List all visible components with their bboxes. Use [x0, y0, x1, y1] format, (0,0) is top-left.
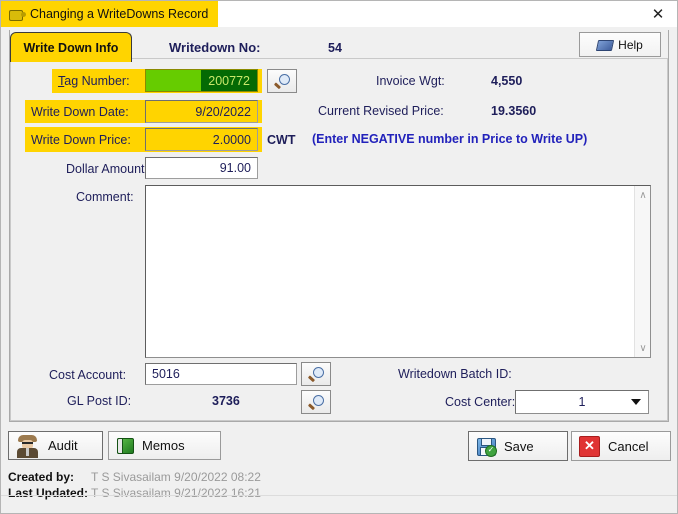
cost-center-select[interactable]: 1: [515, 390, 649, 414]
book-icon: [595, 39, 615, 51]
last-updated-label: Last Updated:: [8, 486, 89, 500]
green-book-icon: [116, 437, 134, 454]
magnifier-icon: [307, 394, 325, 410]
cost-center-value: 1: [578, 395, 586, 409]
detective-icon: [16, 434, 40, 458]
tab-active-joint: [11, 55, 131, 58]
gl-post-id-value: 3736: [212, 394, 240, 408]
gl-post-id-lookup-button[interactable]: [301, 390, 331, 414]
writedown-no-value: 54: [328, 41, 342, 55]
writedown-no-label: Writedown No:: [169, 40, 261, 55]
tag-number-value: 200772: [201, 70, 257, 91]
tag-number-input[interactable]: 200772: [145, 69, 258, 92]
save-button[interactable]: ✓ Save: [468, 431, 568, 461]
window-title: Changing a WriteDowns Record: [30, 7, 209, 21]
write-down-date-input[interactable]: 9/20/2022: [145, 100, 258, 123]
magnifier-icon: [307, 366, 325, 382]
gl-post-id-label: GL Post ID:: [67, 394, 132, 408]
invoice-wgt-label: Invoice Wgt:: [376, 74, 445, 88]
write-down-price-input[interactable]: 2.0000: [145, 128, 258, 151]
floppy-disk-icon: ✓: [476, 437, 497, 457]
save-button-label: Save: [504, 438, 534, 454]
write-down-price-label: Write Down Price:: [31, 133, 131, 147]
comment-textarea[interactable]: ∧ ∨: [145, 185, 651, 358]
tag-number-lookup-button[interactable]: [267, 69, 297, 93]
barrel-icon: [7, 7, 26, 22]
tab-label: Write Down Info: [23, 40, 119, 55]
title-bar: Changing a WriteDowns Record ✕: [1, 1, 677, 27]
memos-button[interactable]: Memos: [108, 431, 221, 460]
write-up-note: (Enter NEGATIVE number in Price to Write…: [312, 132, 588, 146]
last-updated-value: T S Sivasailam 9/21/2022 16:21: [91, 486, 261, 500]
writedowns-record-window: Changing a WriteDowns Record ✕ Write Dow…: [0, 0, 678, 514]
tag-number-label: Tag Number:: [58, 74, 130, 88]
tag-number-label-rest: ag Number:: [64, 74, 130, 88]
write-down-price-unit: CWT: [267, 133, 296, 147]
invoice-wgt-value: 4,550: [491, 74, 523, 88]
current-revised-price-value: 19.3560: [491, 104, 537, 118]
cost-account-label: Cost Account:: [49, 368, 127, 382]
cost-account-lookup-button[interactable]: [301, 362, 331, 386]
current-revised-price-label: Current Revised Price:: [318, 104, 444, 118]
scroll-up-icon[interactable]: ∧: [635, 187, 651, 203]
help-button[interactable]: Help: [579, 32, 661, 57]
cost-account-value: 5016: [152, 367, 180, 381]
memos-button-label: Memos: [142, 438, 185, 453]
footer-divider: [1, 495, 677, 496]
created-by-label: Created by:: [8, 470, 75, 484]
chevron-down-icon[interactable]: [627, 394, 645, 410]
red-x-icon: ✕: [579, 435, 600, 457]
cost-account-input[interactable]: 5016: [145, 363, 297, 385]
write-down-price-value: 2.0000: [212, 132, 251, 147]
help-button-label: Help: [618, 37, 643, 52]
created-by-value: T S Sivasailam 9/20/2022 08:22: [91, 470, 261, 484]
dollar-amount-value: 91.00: [219, 161, 251, 175]
audit-button[interactable]: Audit: [8, 431, 103, 460]
cancel-button[interactable]: ✕ Cancel: [571, 431, 671, 461]
write-down-date-label: Write Down Date:: [31, 105, 129, 119]
comment-scrollbar[interactable]: ∧ ∨: [634, 186, 650, 357]
scroll-down-icon[interactable]: ∨: [635, 340, 651, 356]
writedown-batch-id-label: Writedown Batch ID:: [398, 367, 512, 381]
dollar-amount-input[interactable]: 91.00: [145, 157, 258, 179]
close-icon[interactable]: ✕: [643, 3, 673, 25]
cancel-button-label: Cancel: [608, 438, 649, 454]
cost-center-label: Cost Center:: [445, 395, 516, 409]
dollar-amount-label: Dollar Amount:: [66, 162, 148, 176]
comment-label: Comment:: [76, 190, 134, 204]
title-chip: Changing a WriteDowns Record: [1, 1, 219, 27]
write-down-date-value: 9/20/2022: [195, 104, 251, 119]
magnifier-icon: [273, 73, 291, 89]
audit-button-label: Audit: [48, 438, 78, 453]
